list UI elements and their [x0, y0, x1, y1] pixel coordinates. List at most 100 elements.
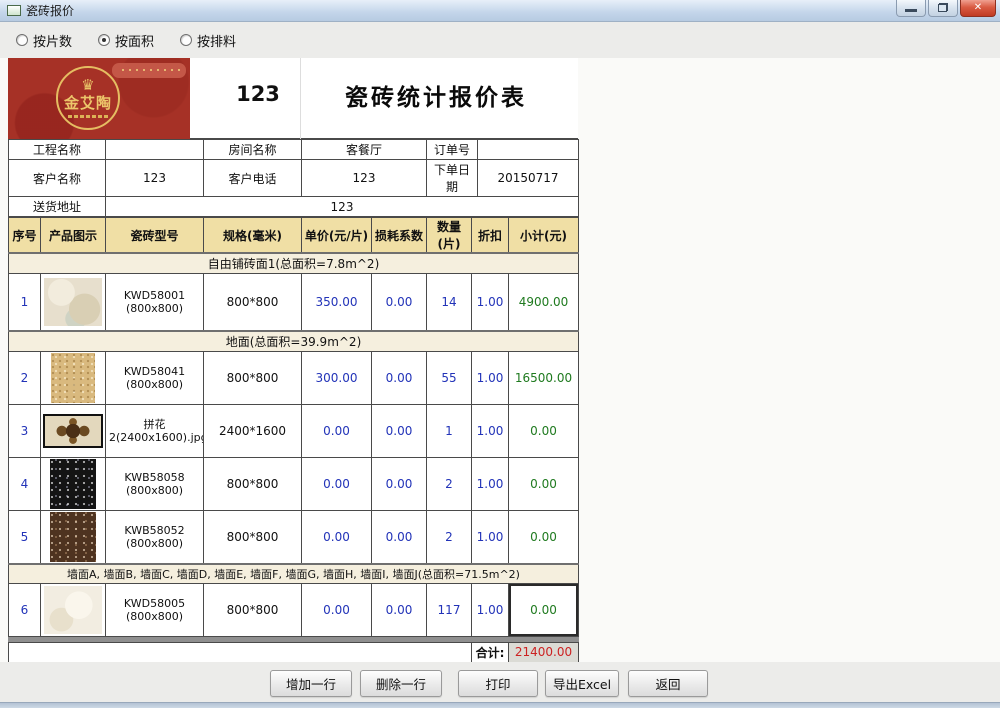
logo-slogan-bubble — [112, 63, 186, 78]
qty-cell[interactable]: 117 — [427, 583, 472, 636]
model-cell[interactable]: KWD58005 (800x800) — [106, 583, 204, 636]
delete-row-button[interactable]: 删除一行 — [360, 670, 442, 697]
back-button[interactable]: 返回 — [628, 670, 708, 697]
col-header-spec: 规格(毫米) — [204, 218, 302, 254]
product-image-cell[interactable] — [41, 274, 106, 331]
price-cell[interactable]: 0.00 — [302, 457, 372, 510]
radio-circle-icon — [16, 34, 28, 46]
qty-cell[interactable]: 55 — [427, 351, 472, 404]
col-header-image: 产品图示 — [41, 218, 106, 254]
brown-speckle-tile-image — [50, 512, 96, 562]
radio-by-piece-label: 按片数 — [33, 31, 72, 50]
room-name-value[interactable]: 客餐厅 — [302, 140, 427, 160]
subtotal-cell[interactable]: 16500.00 — [509, 351, 579, 404]
app-window: 瓷砖报价 ✕ 按片数 按面积 按排料 — [0, 0, 1000, 708]
col-header-no: 序号 — [9, 218, 41, 254]
customer-name-value[interactable]: 123 — [106, 160, 204, 197]
radio-selected-dot — [102, 38, 106, 42]
discount-cell[interactable]: 1.00 — [472, 583, 509, 636]
discount-cell[interactable]: 1.00 — [472, 510, 509, 564]
project-name-value[interactable] — [106, 140, 204, 160]
price-cell[interactable]: 0.00 — [302, 583, 372, 636]
restore-button[interactable] — [928, 0, 958, 17]
spec-cell[interactable]: 800*800 — [204, 457, 302, 510]
spec-cell[interactable]: 800*800 — [204, 274, 302, 331]
discount-cell[interactable]: 1.00 — [472, 404, 509, 457]
col-header-model: 瓷砖型号 — [106, 218, 204, 254]
subtotal-cell[interactable]: 0.00 — [509, 510, 579, 564]
spec-cell[interactable]: 2400*1600 — [204, 404, 302, 457]
radio-by-layout[interactable]: 按排料 — [180, 31, 236, 50]
info-row: 送货地址 123 — [9, 197, 579, 217]
brand-logo: ♛ 金艾陶 — [8, 58, 190, 139]
mode-toolbar: 按片数 按面积 按排料 — [0, 22, 1000, 58]
qty-cell[interactable]: 14 — [427, 274, 472, 331]
product-image-cell[interactable] — [41, 510, 106, 564]
report-title: 瓷砖统计报价表 — [308, 78, 564, 112]
model-cell[interactable]: 拼花 2(2400x1600).jpg — [106, 404, 204, 457]
table-row: 5 KWB58052 (800x800) 800*800 0.00 0.00 2… — [9, 510, 579, 564]
model-cell[interactable]: KWB58052 (800x800) — [106, 510, 204, 564]
radio-by-area[interactable]: 按面积 — [98, 31, 154, 50]
discount-cell[interactable]: 1.00 — [472, 351, 509, 404]
loss-cell[interactable]: 0.00 — [372, 510, 427, 564]
print-button[interactable]: 打印 — [458, 670, 538, 697]
qty-cell[interactable]: 2 — [427, 457, 472, 510]
order-date-label: 下单日期 — [427, 160, 478, 197]
subtotal-cell[interactable]: 0.00 — [509, 457, 579, 510]
add-row-button[interactable]: 增加一行 — [270, 670, 352, 697]
price-cell[interactable]: 0.00 — [302, 510, 372, 564]
model-cell[interactable]: KWD58041 (800x800) — [106, 351, 204, 404]
product-image-cell[interactable] — [41, 404, 106, 457]
loss-cell[interactable]: 0.00 — [372, 583, 427, 636]
price-cell[interactable]: 300.00 — [302, 351, 372, 404]
table-row: 3 拼花 2(2400x1600).jpg 2400*1600 0.00 0.0… — [9, 404, 579, 457]
quote-table: 序号 产品图示 瓷砖型号 规格(毫米) 单价(元/片) 损耗系数 数量(片) 折… — [8, 217, 579, 663]
subtotal-cell-selected[interactable]: 0.00 — [509, 583, 579, 636]
minimize-icon — [905, 9, 917, 12]
spec-cell[interactable]: 800*800 — [204, 510, 302, 564]
loss-cell[interactable]: 0.00 — [372, 351, 427, 404]
section-row-floor: 地面(总面积=39.9m^2) — [9, 331, 579, 352]
model-cell[interactable]: KWB58058 (800x800) — [106, 457, 204, 510]
qty-cell[interactable]: 1 — [427, 404, 472, 457]
order-no-value[interactable] — [478, 140, 579, 160]
loss-cell[interactable]: 0.00 — [372, 457, 427, 510]
model-cell[interactable]: KWD58001 (800x800) — [106, 274, 204, 331]
doc-number: 123 — [208, 82, 308, 106]
parquet-medallion-image — [43, 414, 103, 448]
radio-by-piece[interactable]: 按片数 — [16, 31, 72, 50]
delivery-address-value[interactable]: 123 — [106, 197, 579, 217]
qty-cell[interactable]: 2 — [427, 510, 472, 564]
order-date-value[interactable]: 20150717 — [478, 160, 579, 197]
product-image-cell[interactable] — [41, 457, 106, 510]
loss-cell[interactable]: 0.00 — [372, 274, 427, 331]
discount-cell[interactable]: 1.00 — [472, 457, 509, 510]
section-label: 墙面A, 墙面B, 墙面C, 墙面D, 墙面E, 墙面F, 墙面G, 墙面H, … — [9, 564, 579, 584]
price-cell[interactable]: 350.00 — [302, 274, 372, 331]
section-row-walls: 墙面A, 墙面B, 墙面C, 墙面D, 墙面E, 墙面F, 墙面G, 墙面H, … — [9, 564, 579, 584]
quotation-sheet: ♛ 金艾陶 123 瓷砖统计报价表 工程名称 房间名称 客餐厅 订单号 — [8, 58, 578, 708]
spec-cell[interactable]: 800*800 — [204, 583, 302, 636]
product-image-cell[interactable] — [41, 583, 106, 636]
close-button[interactable]: ✕ — [960, 0, 996, 17]
product-image-cell[interactable] — [41, 351, 106, 404]
customer-phone-value[interactable]: 123 — [302, 160, 427, 197]
row-no: 3 — [9, 404, 41, 457]
loss-cell[interactable]: 0.00 — [372, 404, 427, 457]
order-no-label: 订单号 — [427, 140, 478, 160]
price-cell[interactable]: 0.00 — [302, 404, 372, 457]
subtotal-cell[interactable]: 4900.00 — [509, 274, 579, 331]
row-no: 6 — [9, 583, 41, 636]
subtotal-cell[interactable]: 0.00 — [509, 404, 579, 457]
title-bar: 瓷砖报价 ✕ — [0, 0, 1000, 22]
col-header-qty: 数量(片) — [427, 218, 472, 254]
total-row: 合计: 21400.00 — [9, 642, 579, 662]
minimize-button[interactable] — [896, 0, 926, 17]
row-no: 2 — [9, 351, 41, 404]
light-marble-tile-image — [44, 278, 102, 326]
restore-icon — [938, 3, 948, 12]
spec-cell[interactable]: 800*800 — [204, 351, 302, 404]
export-excel-button[interactable]: 导出Excel — [545, 670, 619, 697]
discount-cell[interactable]: 1.00 — [472, 274, 509, 331]
